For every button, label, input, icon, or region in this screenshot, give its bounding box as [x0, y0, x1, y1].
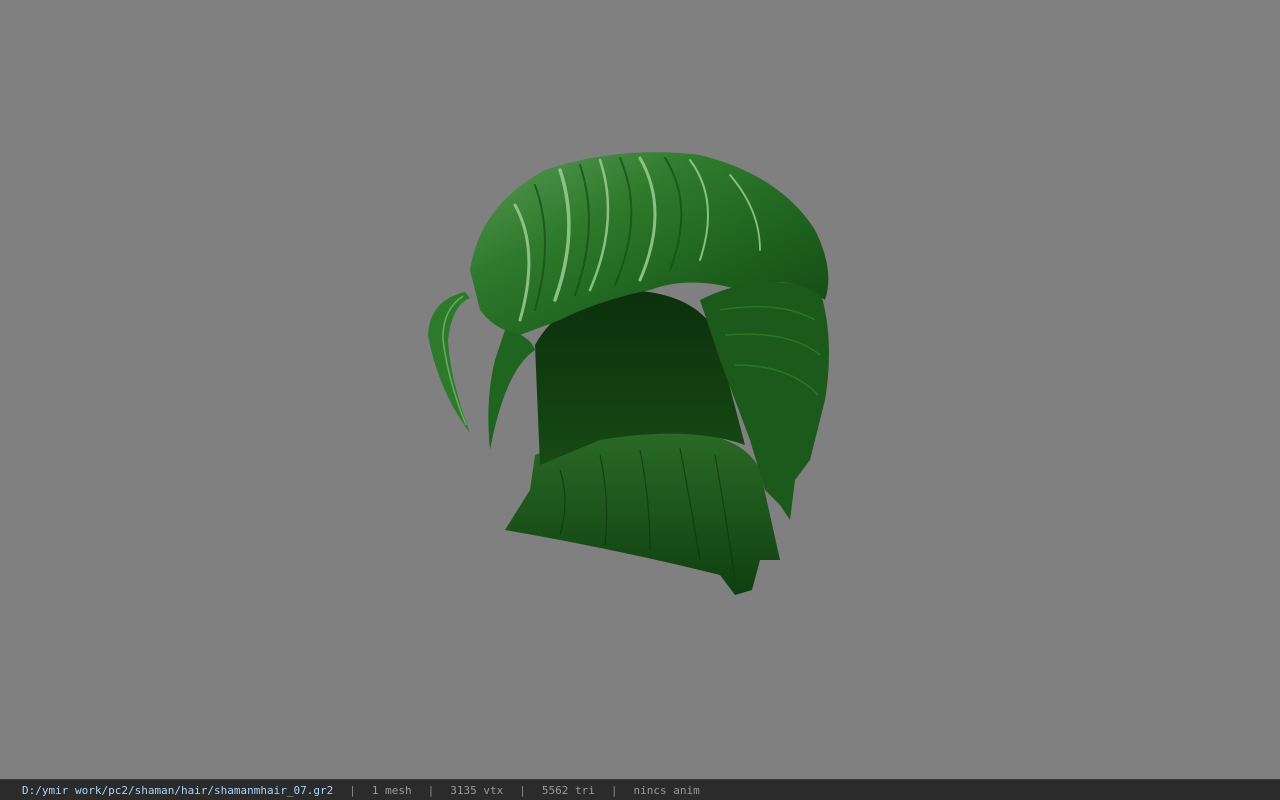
file-path-label: D:/ymir work/pc2/shaman/hair/shamanmhair…: [22, 783, 334, 797]
hair-mesh-model[interactable]: [0, 0, 1280, 779]
animation-status-label: nincs anim: [633, 783, 700, 797]
hair-side-lock: [428, 292, 470, 433]
triangle-count-label: 5562 tri: [541, 783, 595, 797]
hair-fringe-spike: [488, 330, 535, 450]
status-separator: |: [519, 783, 526, 797]
status-separator: |: [427, 783, 435, 797]
vertex-count-label: 3135 vtx: [450, 783, 504, 797]
3d-viewport[interactable]: [0, 0, 1280, 779]
status-bar: D:/ymir work/pc2/shaman/hair/shamanmhair…: [0, 779, 1280, 800]
status-separator: |: [349, 783, 356, 797]
mesh-count-label: 1 mesh: [371, 783, 412, 797]
status-separator: |: [610, 783, 618, 797]
